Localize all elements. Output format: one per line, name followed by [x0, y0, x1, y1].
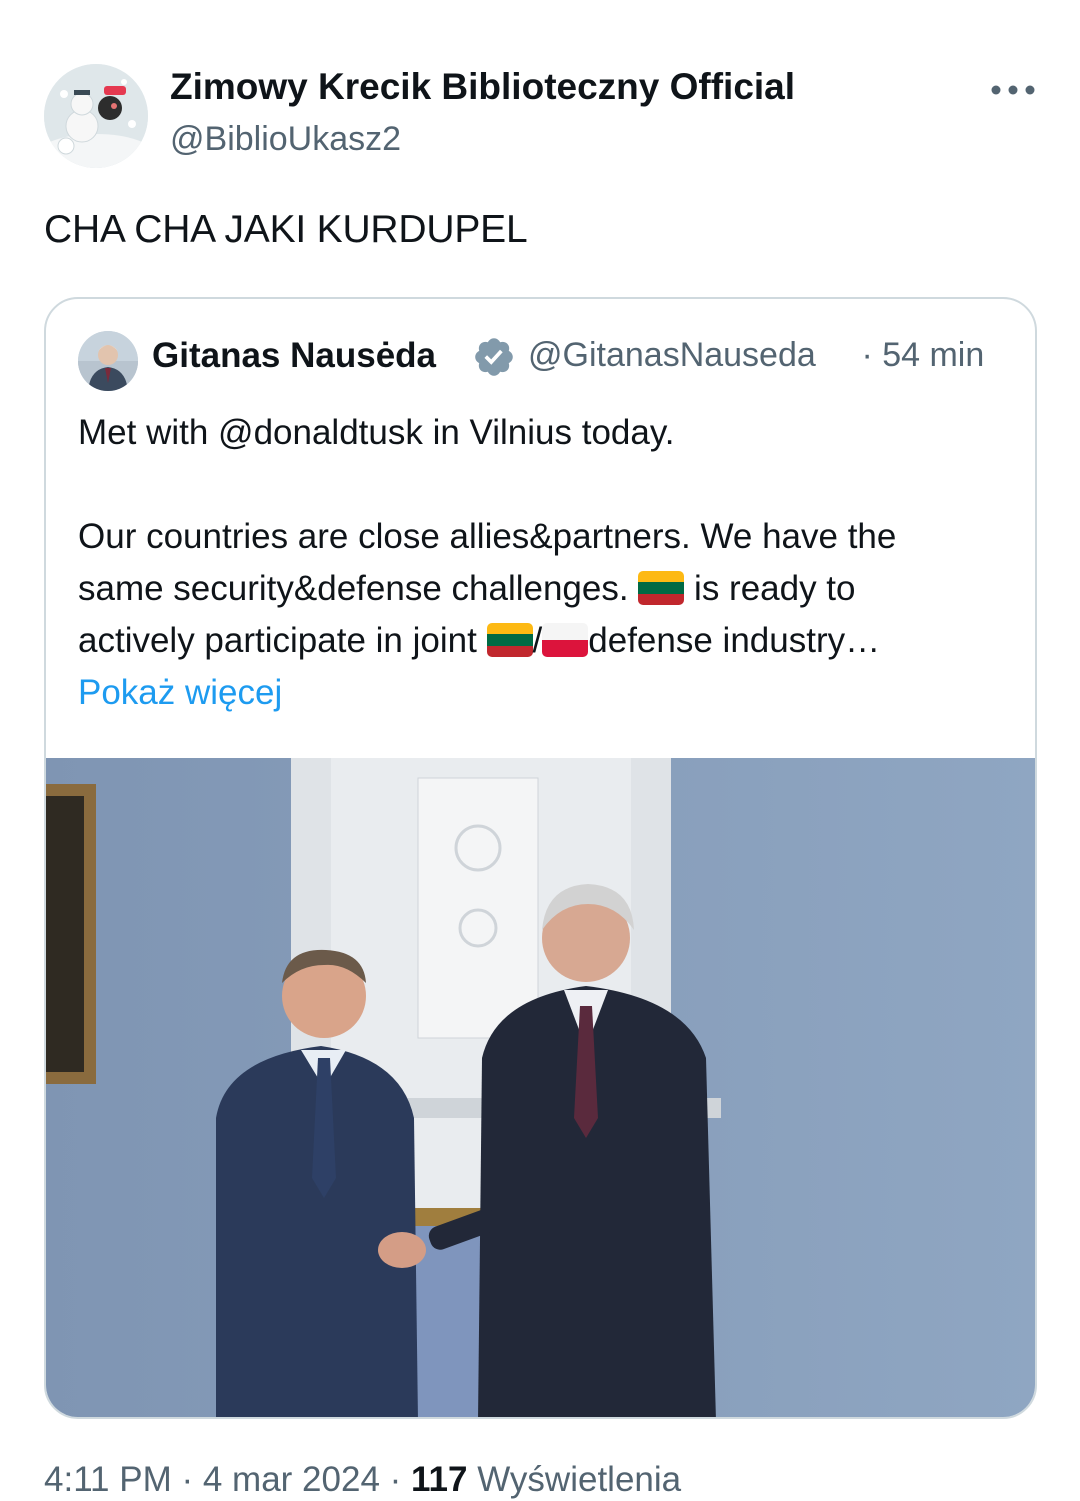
- quoted-text-line: Met with @donaldtusk in Vilnius today.: [78, 413, 675, 452]
- views-count: 117: [411, 1460, 468, 1499]
- verified-badge-icon: [475, 338, 513, 376]
- quoted-tweet-card[interactable]: Gitanas Nausėda @GitanasNauseda · 54 min…: [44, 297, 1037, 1419]
- quoted-timestamp[interactable]: · 54 min: [852, 336, 984, 374]
- quoted-text-segment: actively participate in joint: [78, 621, 487, 660]
- tweet-meta: 4:11 PM · 4 mar 2024 · 117 Wyświetlenia: [44, 1460, 681, 1500]
- poland-flag-icon: [542, 623, 589, 657]
- portrait-avatar-icon: [78, 331, 138, 391]
- quoted-text-line: same security&defense challenges. is rea…: [78, 563, 1018, 615]
- quoted-author-handle[interactable]: @GitanasNauseda: [528, 336, 852, 375]
- snowman-mole-avatar-icon: [44, 64, 148, 168]
- more-options-button[interactable]: [990, 70, 1036, 110]
- quoted-author-name[interactable]: Gitanas Nausėda: [152, 336, 436, 376]
- lithuania-flag-icon: [638, 571, 685, 605]
- author-handle[interactable]: @BiblioUkasz2: [170, 120, 401, 159]
- more-horizontal-icon: [991, 85, 1035, 95]
- quoted-text-segment: defense industry…: [588, 621, 881, 660]
- lithuania-flag-icon: [486, 623, 533, 657]
- quoted-author-avatar[interactable]: [78, 331, 138, 391]
- quoted-tweet-text: Met with @donaldtusk in Vilnius today. O…: [78, 407, 1018, 719]
- tweet-text: CHA CHA JAKI KURDUPEL: [44, 208, 528, 251]
- views-label: Wyświetlenia: [467, 1460, 682, 1499]
- handshake-photo-icon: [46, 758, 1035, 1417]
- tweet-time[interactable]: 4:11 PM: [44, 1460, 172, 1499]
- author-avatar[interactable]: [44, 64, 148, 168]
- quoted-text-segment: is ready to: [684, 569, 856, 608]
- quoted-text-segment: same security&defense challenges.: [78, 569, 639, 608]
- quoted-text-line: Our countries are close allies&partners.…: [78, 517, 897, 556]
- quoted-text-segment: /: [532, 621, 543, 660]
- author-name[interactable]: Zimowy Krecik Biblioteczny Official: [170, 66, 795, 108]
- tweet-date[interactable]: · 4 mar 2024 ·: [172, 1460, 411, 1499]
- quoted-tweet-photo[interactable]: [46, 758, 1035, 1417]
- quoted-handle-time: @GitanasNauseda · 54 min: [528, 336, 984, 375]
- show-more-link[interactable]: Pokaż więcej: [78, 667, 1018, 719]
- quoted-text-line: actively participate in joint / defense i…: [78, 615, 1018, 667]
